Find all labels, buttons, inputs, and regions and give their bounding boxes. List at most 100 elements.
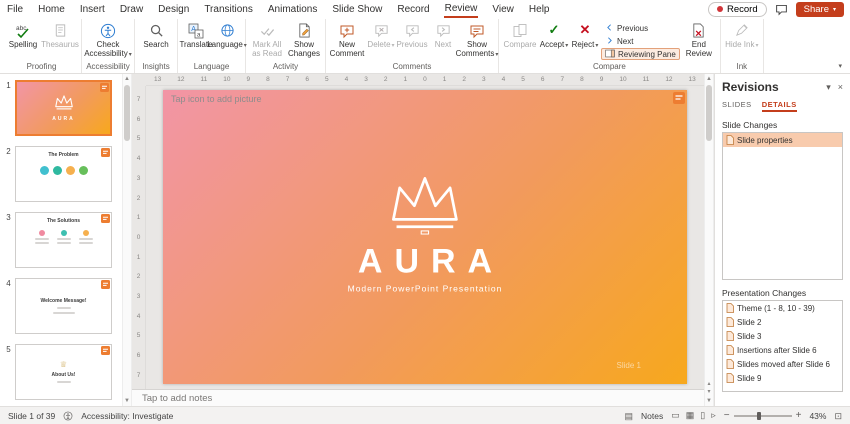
tab-details[interactable]: DETAILS [761, 100, 797, 112]
zoom-slider[interactable] [733, 411, 792, 420]
delete-comment-button[interactable]: Delete▾ [366, 19, 396, 50]
show-changes-button[interactable]: Show Changes [286, 19, 322, 58]
next-change-button[interactable]: Next [601, 35, 680, 47]
chevron-down-icon: ▾ [391, 43, 395, 49]
scrollbar-thumb[interactable] [124, 85, 130, 142]
menu-draw[interactable]: Draw [119, 2, 144, 17]
change-label: Slide 9 [737, 373, 762, 383]
previous-slide-button[interactable]: ▴ [707, 380, 710, 388]
menu-insert[interactable]: Insert [79, 2, 106, 17]
hide-ink-button[interactable]: Hide Ink▾ [724, 19, 760, 50]
new-comment-button[interactable]: New Comment [329, 19, 365, 58]
presentation-change-item[interactable]: Slide 2 [723, 315, 842, 329]
slide-number: 1 [6, 81, 11, 90]
zoom-out-icon[interactable]: − [724, 410, 730, 421]
ruler-number: 12 [665, 76, 673, 83]
thumbnail-slide-3[interactable]: The Solutions [15, 212, 112, 268]
menu-review[interactable]: Review [443, 1, 479, 18]
ruler-number: 7 [136, 371, 141, 379]
search-icon [149, 22, 164, 39]
slide-number: 5 [6, 345, 11, 354]
thumbnail-slide-4[interactable]: Welcome Message! [15, 278, 112, 334]
menu-slide-show[interactable]: Slide Show [331, 2, 383, 17]
revisions-pane-title: Revisions [722, 80, 779, 94]
comments-icon[interactable] [775, 3, 788, 16]
ruler-number: 2 [136, 273, 141, 281]
menu-transitions[interactable]: Transitions [203, 2, 254, 17]
previous-comment-button[interactable]: Previous [396, 19, 428, 49]
menubar: File Home Insert Draw Design Transitions… [0, 0, 850, 18]
slide-sorter-icon[interactable]: ▦ [686, 410, 695, 421]
scroll-up-icon[interactable]: ▲ [124, 75, 130, 83]
reading-view-icon[interactable]: ▯ [700, 410, 705, 421]
check-accessibility-button[interactable]: Check Accessibility▾ [84, 19, 132, 59]
search-button[interactable]: Search [138, 19, 174, 49]
scroll-up-icon[interactable]: ▲ [706, 75, 712, 83]
reject-label: Reject [571, 40, 595, 49]
notes-area[interactable]: Tap to add notes [132, 389, 704, 406]
mark-all-read-button[interactable]: Mark All as Read [249, 19, 285, 58]
reviewing-pane-toggle[interactable]: Reviewing Pane [601, 48, 680, 60]
thumbnail-slide-2[interactable]: The Problem [15, 146, 112, 202]
scroll-down-icon[interactable]: ▼ [706, 397, 712, 405]
notes-toggle[interactable]: Notes [641, 411, 663, 421]
scroll-down-icon[interactable]: ▼ [124, 397, 130, 405]
menu-design[interactable]: Design [157, 2, 190, 17]
close-icon[interactable]: × [838, 82, 843, 92]
slide-title-text[interactable]: AURA [346, 243, 504, 282]
thumbnail-slide-5[interactable]: ♕ About Us! [15, 344, 112, 400]
menu-animations[interactable]: Animations [267, 2, 318, 17]
scrollbar-thumb[interactable] [706, 85, 712, 142]
normal-view-icon[interactable]: ▭ [671, 410, 680, 421]
menu-tabs: File Home Insert Draw Design Transitions… [6, 1, 550, 18]
zoom-in-icon[interactable]: + [796, 410, 802, 421]
presentation-change-item[interactable]: Slide 3 [723, 329, 842, 343]
accept-label: Accept [539, 40, 565, 49]
ribbon-group-compare: Compare ✓ Accept▾ ✕ Reject▾ Previous Nex… [499, 19, 721, 73]
slide-change-item[interactable]: Slide properties [723, 133, 842, 147]
spelling-button[interactable]: abc Spelling [5, 19, 41, 50]
zoom-percent[interactable]: 43% [809, 411, 826, 421]
presentation-change-item[interactable]: Slide 9 [723, 371, 842, 385]
ruler-number: 1 [136, 214, 141, 222]
language-button[interactable]: Language▾ [207, 19, 247, 50]
menu-home[interactable]: Home [37, 2, 66, 17]
next-slide-button[interactable]: ▾ [707, 388, 710, 396]
presentation-change-item[interactable]: Theme (1 - 8, 10 - 39) [723, 301, 842, 315]
slide-canvas[interactable]: Tap icon to add picture AURA Modern Powe… [163, 90, 687, 384]
slide-subtitle-text[interactable]: Modern PowerPoint Presentation [348, 284, 503, 294]
end-review-button[interactable]: End Review [681, 19, 717, 58]
menu-view[interactable]: View [491, 2, 515, 17]
presentation-change-item[interactable]: Insertions after Slide 6 [723, 343, 842, 357]
zoom-slider-thumb[interactable] [756, 411, 761, 420]
tab-slides[interactable]: SLIDES [722, 100, 752, 112]
document-icon [726, 331, 734, 341]
end-review-label: End Review [685, 40, 712, 59]
menu-help[interactable]: Help [528, 2, 551, 17]
slideshow-icon[interactable]: ▹ [711, 410, 716, 421]
show-comments-button[interactable]: Show Comments▾ [456, 19, 498, 59]
menu-file[interactable]: File [6, 2, 24, 17]
collapse-ribbon-icon[interactable]: ▾ [838, 62, 842, 70]
chevron-down-icon[interactable]: ▾ [826, 82, 831, 93]
menu-record[interactable]: Record [396, 2, 430, 17]
record-button[interactable]: Record [708, 1, 767, 17]
thesaurus-button[interactable]: Thesaurus [41, 19, 79, 49]
thumbnail-scrollbar[interactable]: ▲ ▼ [122, 74, 132, 406]
previous-comment-icon [405, 22, 420, 39]
picture-placeholder-text[interactable]: Tap icon to add picture [171, 94, 262, 104]
language-label: Language [207, 40, 243, 49]
compare-button[interactable]: Compare [502, 19, 538, 49]
group-label-ink: Ink [736, 62, 748, 71]
thumbnail-slide-1[interactable]: AURA [15, 80, 112, 136]
next-comment-button[interactable]: Next [428, 19, 458, 49]
accessibility-status[interactable]: Accessibility: Investigate [81, 411, 173, 421]
reject-button[interactable]: ✕ Reject▾ [570, 19, 600, 50]
comment-badge-icon[interactable] [673, 92, 685, 104]
presentation-change-item[interactable]: Slides moved after Slide 6 [723, 357, 842, 371]
previous-change-button[interactable]: Previous [601, 22, 680, 34]
editor-scrollbar[interactable]: ▲ ▴ ▾ ▼ [704, 74, 714, 406]
accept-button[interactable]: ✓ Accept▾ [539, 19, 569, 50]
share-button[interactable]: Share ▾ [795, 1, 844, 17]
thumbnail-title: About Us! [51, 372, 76, 378]
